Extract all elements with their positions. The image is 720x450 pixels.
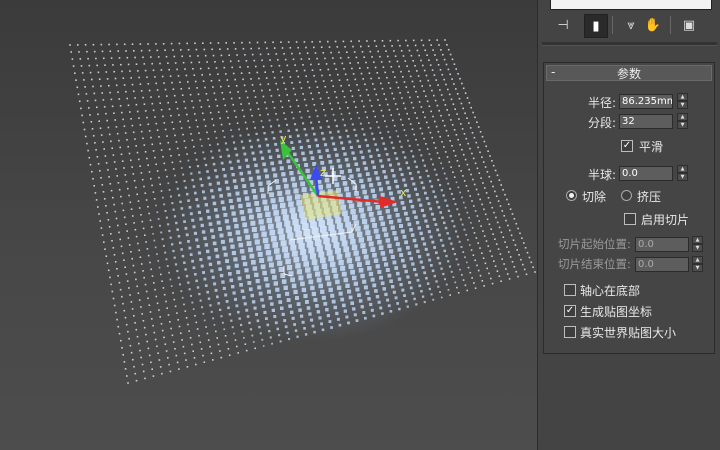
- squash-radio[interactable]: [621, 190, 632, 201]
- real-world-map-size-label: 真实世界贴图大小: [580, 326, 677, 340]
- sphere-wireframe-scene[interactable]: y z x: [0, 0, 537, 450]
- slice-on-label: 启用切片: [641, 213, 690, 227]
- panel-divider: [542, 42, 717, 46]
- command-panel-tabs: ⊣ ▮ ⩔ ✋ ▣: [546, 12, 716, 38]
- radius-input[interactable]: 86.235mm: [619, 94, 673, 109]
- slice-to-input[interactable]: 0.0: [635, 257, 689, 272]
- gizmo-y-label: y: [280, 132, 287, 145]
- squash-label: 挤压: [637, 190, 662, 204]
- smooth-label: 平滑: [639, 140, 664, 154]
- spinner-down-icon: ▼: [677, 121, 688, 129]
- segments-label: 分段:: [588, 116, 617, 130]
- rollout-collapse-toggle[interactable]: -: [551, 65, 555, 79]
- gen-mapping-label: 生成贴图坐标: [580, 305, 653, 319]
- smooth-checkbox[interactable]: ✓: [621, 140, 633, 152]
- spinner-down-icon: ▼: [692, 264, 703, 272]
- rollout-title: 参数: [616, 66, 641, 81]
- gizmo-z-label: z: [320, 166, 326, 179]
- slice-from-label: 切片起始位置:: [558, 237, 631, 251]
- hemisphere-input[interactable]: 0.0: [619, 166, 673, 181]
- slice-from-input[interactable]: 0.0: [635, 237, 689, 252]
- chop-label: 切除: [582, 190, 607, 204]
- spinner-up-icon: ▲: [677, 93, 688, 101]
- spinner-down-icon: ▼: [677, 101, 688, 109]
- rollout-header[interactable]: - 参数: [546, 65, 712, 81]
- perspective-viewport[interactable]: y z x: [0, 0, 537, 450]
- slice-to-spinner[interactable]: ▲ ▼: [692, 256, 703, 272]
- command-panel: ⊣ ▮ ⩔ ✋ ▣ - 参数 半径: 86.235mm ▲ ▼ 分段: 32 ▲ ▼…: [537, 0, 720, 450]
- spinner-down-icon: ▼: [692, 244, 703, 252]
- spinner-up-icon: ▲: [677, 165, 688, 173]
- base-to-pivot-label: 轴心在底部: [580, 284, 641, 298]
- hemisphere-label: 半球:: [588, 168, 617, 182]
- create-tab-icon[interactable]: ⊣: [552, 14, 574, 36]
- radius-spinner[interactable]: ▲ ▼: [677, 93, 688, 109]
- object-name-field[interactable]: [550, 0, 712, 10]
- spinner-down-icon: ▼: [677, 173, 688, 181]
- spinner-up-icon: ▲: [692, 256, 703, 264]
- hemisphere-spinner[interactable]: ▲ ▼: [677, 165, 688, 181]
- chop-radio[interactable]: [566, 190, 577, 201]
- display-tab-icon[interactable]: ▣: [678, 14, 700, 36]
- real-world-map-size-checkbox[interactable]: [564, 326, 576, 338]
- sphere-glow: [162, 122, 462, 342]
- slice-to-label: 切片结束位置:: [558, 257, 631, 271]
- hierarchy-tab-icon[interactable]: ⩔: [620, 14, 642, 36]
- slice-on-checkbox[interactable]: [624, 213, 636, 225]
- base-to-pivot-checkbox[interactable]: [564, 284, 576, 296]
- gen-mapping-checkbox[interactable]: ✓: [564, 305, 576, 317]
- gizmo-x-label: x: [400, 186, 407, 199]
- slice-from-spinner[interactable]: ▲ ▼: [692, 236, 703, 252]
- spinner-up-icon: ▲: [692, 236, 703, 244]
- motion-tab-icon[interactable]: ✋: [642, 14, 664, 36]
- radius-label: 半径:: [588, 96, 617, 110]
- segments-input[interactable]: 32: [619, 114, 673, 129]
- segments-spinner[interactable]: ▲ ▼: [677, 113, 688, 129]
- spinner-up-icon: ▲: [677, 113, 688, 121]
- parameters-rollout: - 参数 半径: 86.235mm ▲ ▼ 分段: 32 ▲ ▼ ✓ 平滑 半球: …: [543, 62, 715, 354]
- modify-tab-icon[interactable]: ▮: [584, 14, 608, 38]
